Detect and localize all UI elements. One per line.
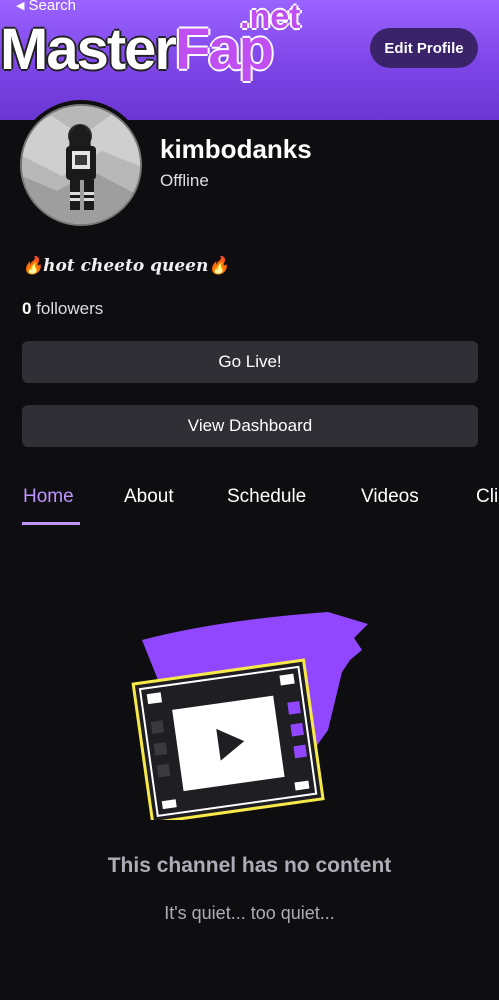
channel-tabs: Home About Schedule Videos Clips xyxy=(0,478,499,526)
watermark-master: Master xyxy=(0,17,177,82)
film-strip-icon xyxy=(131,612,368,825)
tab-home[interactable]: Home xyxy=(23,486,74,508)
tab-videos[interactable]: Videos xyxy=(361,486,419,508)
tab-schedule[interactable]: Schedule xyxy=(227,486,306,508)
channel-username: kimbodanks xyxy=(160,134,312,164)
follower-count: 0 followers xyxy=(22,299,103,319)
active-tab-indicator xyxy=(22,522,80,525)
followers-label: followers xyxy=(36,299,104,318)
avatar-photo-icon xyxy=(22,106,140,224)
channel-bio: 🔥hot cheeto queen🔥 xyxy=(22,256,230,276)
watermark-logo: MasterFap .net xyxy=(0,0,320,82)
empty-state-subtitle: It's quiet... too quiet... xyxy=(164,903,335,923)
watermark-net: .net xyxy=(240,0,301,36)
follower-number: 0 xyxy=(22,299,32,318)
empty-content-illustration xyxy=(128,610,370,825)
avatar-ring xyxy=(16,100,146,230)
channel-status: Offline xyxy=(160,171,209,190)
edit-profile-button[interactable]: Edit Profile xyxy=(370,28,478,68)
empty-state-title: This channel has no content xyxy=(107,854,392,877)
tab-about[interactable]: About xyxy=(124,486,174,508)
view-dashboard-button[interactable]: View Dashboard xyxy=(22,405,478,447)
go-live-button[interactable]: Go Live! xyxy=(22,341,478,383)
avatar[interactable] xyxy=(20,104,142,226)
tab-clips[interactable]: Clips xyxy=(476,486,499,508)
